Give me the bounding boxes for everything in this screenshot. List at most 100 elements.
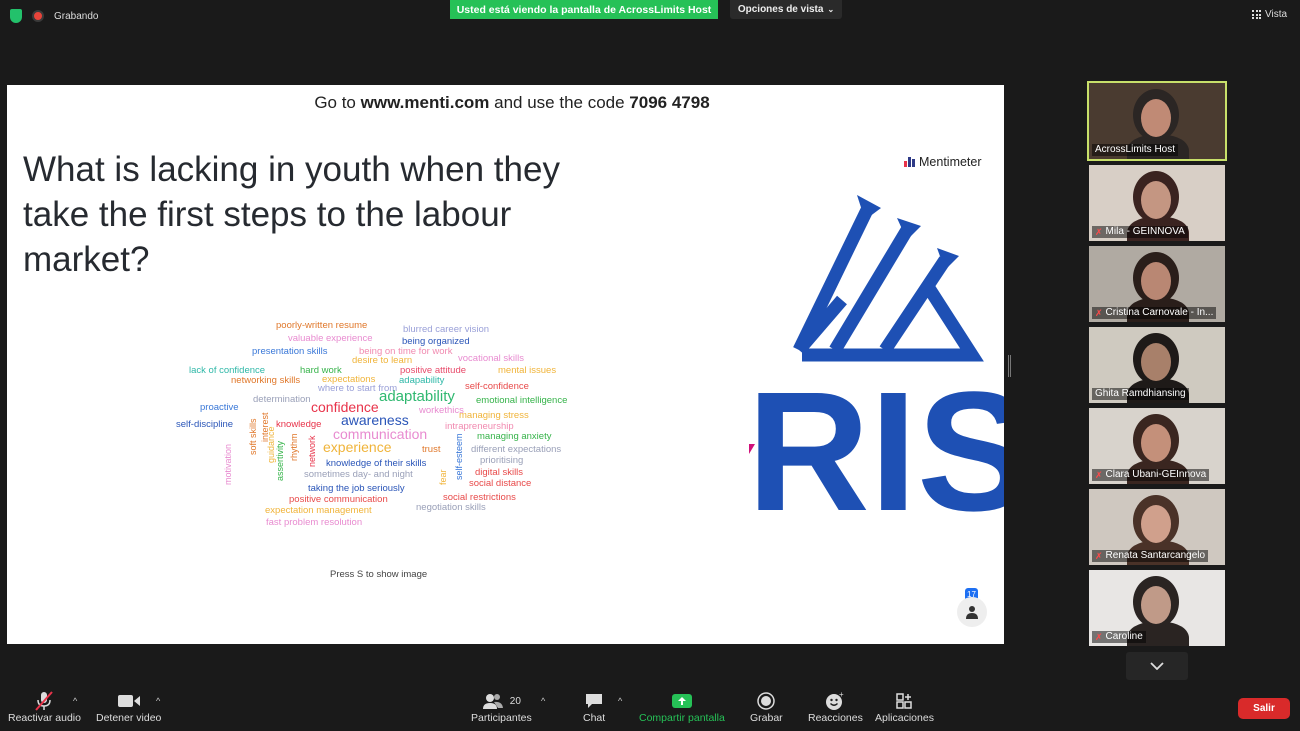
press-hint: Press S to show image bbox=[330, 569, 428, 580]
word-cloud-word: knowledge of their skills bbox=[326, 458, 427, 469]
microphone-muted-icon: ✗ bbox=[1095, 551, 1103, 561]
reactions-button[interactable]: + Reacciones bbox=[808, 690, 863, 724]
word-cloud-word: networking skills bbox=[231, 375, 301, 386]
word-cloud-word: adapability bbox=[399, 375, 445, 386]
participant-name-tag: AcrossLimits Host bbox=[1092, 144, 1179, 156]
record-icon bbox=[757, 690, 776, 712]
participant-video-tile[interactable]: ✗ Cristina Carnovale - In... bbox=[1089, 246, 1225, 322]
participant-video-tile[interactable]: AcrossLimits Host bbox=[1087, 81, 1227, 161]
apps-label: Aplicaciones bbox=[875, 712, 934, 724]
participant-name: Clara Ubani-GEInnova bbox=[1105, 469, 1207, 480]
word-cloud-word: soft skills bbox=[248, 418, 258, 455]
word-cloud-word: self-confidence bbox=[465, 381, 529, 392]
participant-face bbox=[1141, 586, 1171, 624]
participant-video-tile[interactable]: ✗ Mila - GEINNOVA bbox=[1089, 165, 1225, 241]
word-cloud-word: vocational skills bbox=[458, 353, 524, 364]
unmute-button[interactable]: Reactivar audio bbox=[8, 690, 81, 724]
participant-video-tile[interactable]: ✗ Renata Santarcangelo bbox=[1089, 489, 1225, 565]
participant-name: Mila - GEINNOVA bbox=[1105, 226, 1185, 237]
chevron-down-icon: ⌄ bbox=[827, 5, 835, 14]
word-cloud-word: fear bbox=[438, 469, 448, 485]
participant-face bbox=[1141, 181, 1171, 219]
participant-face bbox=[1141, 262, 1171, 300]
chat-icon bbox=[584, 690, 604, 712]
apps-icon bbox=[895, 690, 913, 712]
participant-name-tag: ✗ Renata Santarcangelo bbox=[1092, 550, 1209, 562]
word-cloud-word: experience bbox=[323, 439, 392, 455]
microphone-muted-icon: ✗ bbox=[1095, 470, 1103, 480]
view-button[interactable]: Vista bbox=[1252, 9, 1287, 20]
microphone-muted-icon: ✗ bbox=[1095, 632, 1103, 642]
smiley-icon: + bbox=[825, 690, 845, 712]
audio-options-caret[interactable]: ^ bbox=[73, 696, 77, 706]
record-icon bbox=[32, 10, 44, 22]
audience-icon bbox=[957, 597, 987, 627]
participant-face bbox=[1141, 505, 1171, 543]
word-cloud-word: knowledge bbox=[276, 419, 322, 430]
shared-screen: Go to www.menti.com and use the code 709… bbox=[7, 85, 1004, 644]
word-cloud-word: network bbox=[307, 435, 317, 467]
share-screen-label: Compartir pantalla bbox=[639, 712, 725, 724]
leave-meeting-button[interactable]: Salir bbox=[1238, 698, 1290, 719]
participant-name: AcrossLimits Host bbox=[1095, 144, 1176, 155]
word-cloud-word: valuable experience bbox=[288, 333, 373, 344]
participant-video-tile[interactable]: Ghita Ramdhiansing bbox=[1089, 327, 1225, 403]
stop-video-button[interactable]: Detener video bbox=[96, 690, 161, 724]
view-options-label: Opciones de vista bbox=[737, 4, 824, 15]
participant-video-tile[interactable]: ✗ Caroline bbox=[1089, 570, 1225, 646]
participant-name: Renata Santarcangelo bbox=[1105, 550, 1206, 561]
shield-icon bbox=[10, 9, 22, 23]
participant-face bbox=[1141, 343, 1171, 381]
share-screen-button[interactable]: Compartir pantalla bbox=[639, 690, 725, 724]
screen-share-banner: Usted está viendo la pantalla de AcrossL… bbox=[450, 0, 718, 19]
word-cloud-word: rhythm bbox=[289, 433, 299, 461]
participants-options-caret[interactable]: ^ bbox=[541, 696, 545, 706]
participant-video-tile[interactable]: ✗ Clara Ubani-GEInnova bbox=[1089, 408, 1225, 484]
word-cloud-word: self-esteem bbox=[454, 433, 464, 480]
chat-button[interactable]: Chat bbox=[583, 690, 605, 724]
participants-icon: 20 bbox=[482, 690, 521, 712]
record-button[interactable]: Grabar bbox=[750, 690, 783, 724]
word-cloud-word: emotional intelligence bbox=[476, 395, 568, 406]
chat-options-caret[interactable]: ^ bbox=[618, 696, 622, 706]
video-options-caret[interactable]: ^ bbox=[156, 696, 160, 706]
microphone-muted-icon: ✗ bbox=[1095, 308, 1103, 318]
participants-button[interactable]: 20 Participantes bbox=[471, 690, 532, 724]
participant-name-tag: ✗ Cristina Carnovale - In... bbox=[1092, 307, 1217, 319]
view-options-button[interactable]: Opciones de vista ⌄ bbox=[730, 0, 842, 19]
share-screen-icon bbox=[671, 690, 693, 712]
svg-text:+: + bbox=[839, 691, 844, 699]
participant-face bbox=[1141, 99, 1171, 137]
word-cloud-word: digital skills bbox=[475, 467, 524, 478]
participant-name-tag: ✗ Clara Ubani-GEInnova bbox=[1092, 469, 1210, 481]
word-cloud-word: social distance bbox=[469, 478, 532, 489]
participants-count: 20 bbox=[509, 695, 521, 707]
apps-button[interactable]: Aplicaciones bbox=[875, 690, 934, 724]
participant-name-tag: ✗ Mila - GEINNOVA bbox=[1092, 226, 1188, 238]
word-cloud-word: motivation bbox=[223, 443, 233, 485]
word-cloud-word: mental issues bbox=[498, 365, 557, 376]
participant-face bbox=[1141, 424, 1171, 462]
panel-resize-handle[interactable] bbox=[1008, 355, 1011, 377]
word-cloud-word: fast problem resolution bbox=[266, 517, 363, 528]
word-cloud-word: managing stress bbox=[459, 410, 529, 421]
video-camera-icon bbox=[117, 690, 141, 712]
record-label: Grabar bbox=[750, 712, 783, 724]
rise-logo: RISE bbox=[747, 195, 1004, 520]
participant-name-tag: Ghita Ramdhiansing bbox=[1092, 388, 1189, 400]
word-cloud-word: adaptability bbox=[379, 388, 455, 405]
chevron-down-icon bbox=[1150, 662, 1164, 670]
word-cloud-word: workethics bbox=[419, 405, 464, 416]
participant-name: Ghita Ramdhiansing bbox=[1095, 388, 1186, 399]
view-label: Vista bbox=[1265, 9, 1288, 20]
word-cloud-word: expectation management bbox=[265, 505, 372, 516]
microphone-muted-icon bbox=[33, 690, 55, 712]
recording-indicator: Grabando bbox=[10, 9, 98, 23]
microphone-muted-icon: ✗ bbox=[1095, 227, 1103, 237]
recording-label: Grabando bbox=[54, 10, 99, 22]
word-cloud-word: negotiation skills bbox=[416, 502, 486, 513]
word-cloud-word: presentation skills bbox=[252, 346, 328, 357]
reactions-label: Reacciones bbox=[808, 712, 863, 724]
scroll-participants-down-button[interactable] bbox=[1126, 652, 1188, 680]
word-cloud-word: different expectations bbox=[471, 444, 562, 455]
